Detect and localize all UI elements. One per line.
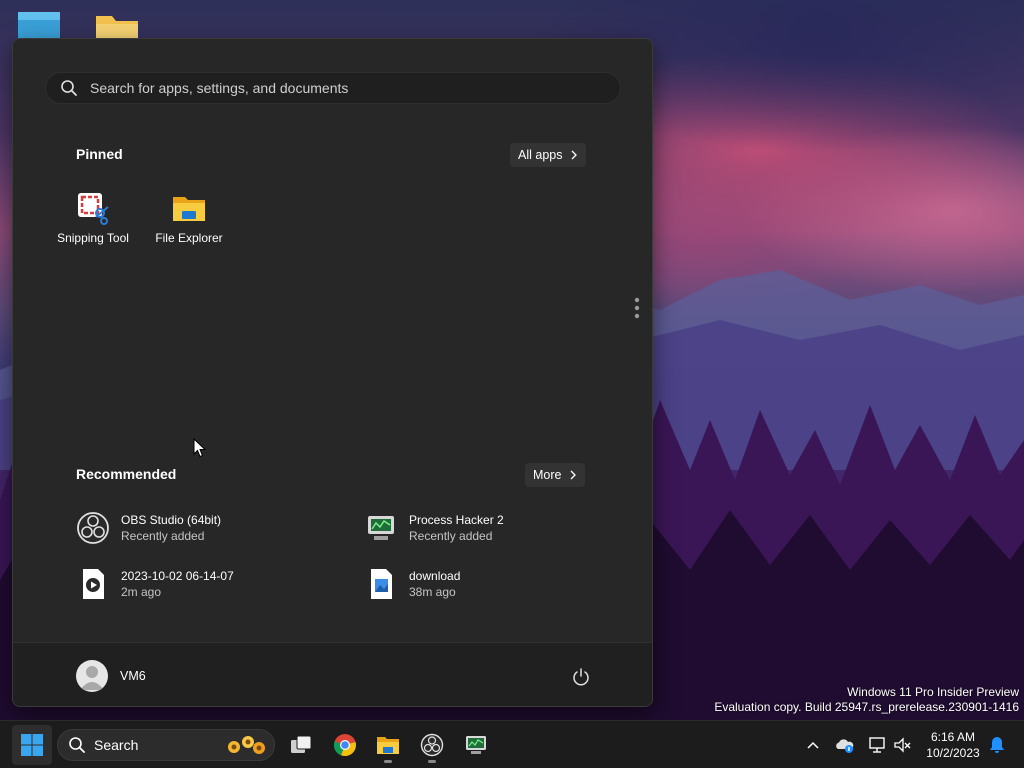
chevron-up-icon[interactable] <box>803 735 823 755</box>
obs-icon <box>77 512 109 544</box>
taskbar-chrome[interactable] <box>325 725 365 765</box>
video-file-icon <box>83 569 104 599</box>
image-file-icon <box>371 569 392 599</box>
clock-date: 10/2/2023 <box>926 746 980 760</box>
user-name: VM6 <box>120 669 146 683</box>
running-indicator <box>428 760 436 763</box>
snipping-tool-icon <box>78 193 109 225</box>
task-view-icon <box>291 735 312 753</box>
pinned-heading: Pinned <box>76 146 123 162</box>
watermark-line-2: Evaluation copy. Build 25947.rs_prerelea… <box>714 700 1019 714</box>
all-apps-button[interactable]: All apps <box>510 143 587 167</box>
file-explorer-icon <box>173 197 205 221</box>
recommended-item-name: 2023-10-02 06-14-07 <box>121 569 234 583</box>
user-icon <box>80 666 104 690</box>
start-button[interactable] <box>12 725 52 765</box>
recommended-item-name: OBS Studio (64bit) <box>121 513 222 527</box>
recommended-item-subtitle: 38m ago <box>409 585 456 599</box>
user-account-button[interactable]: VM6 <box>76 660 146 692</box>
recommended-item-obs[interactable]: OBS Studio (64bit) Recently added <box>76 508 326 548</box>
pinned-app-label: Snipping Tool <box>57 231 129 245</box>
obs-icon <box>420 733 444 757</box>
search-highlight-flowers-icon <box>228 736 265 754</box>
task-view-button[interactable] <box>281 725 321 765</box>
onedrive-icon[interactable] <box>835 735 855 755</box>
watermark-line-1: Windows 11 Pro Insider Preview <box>847 685 1019 699</box>
recommended-heading: Recommended <box>76 466 177 482</box>
pinned-app-label: File Explorer <box>155 231 223 245</box>
chevron-right-icon <box>572 150 578 160</box>
process-hacker-icon <box>368 516 394 540</box>
chevron-right-icon <box>571 470 577 480</box>
taskbar-obs[interactable] <box>412 725 452 765</box>
avatar <box>76 660 108 692</box>
taskbar-search[interactable]: Search <box>57 729 275 761</box>
start-menu-footer: VM6 <box>13 642 652 706</box>
chrome-icon <box>333 734 356 757</box>
taskbar: Search 6:16 AM 10/2/2023 <box>0 720 1024 768</box>
start-search-input[interactable] <box>88 79 620 97</box>
windows-watermark: Windows 11 Pro Insider Preview Evaluatio… <box>714 685 1019 715</box>
taskbar-clock[interactable]: 6:16 AM 10/2/2023 <box>918 729 988 761</box>
power-icon[interactable] <box>571 667 591 687</box>
clock-time: 6:16 AM <box>930 730 976 744</box>
recommended-item-subtitle: Recently added <box>121 529 205 543</box>
search-icon <box>61 80 77 96</box>
taskbar-file-explorer[interactable] <box>368 725 408 765</box>
start-search-box[interactable] <box>45 72 621 104</box>
recommended-item-download[interactable]: download 38m ago <box>364 564 614 604</box>
search-icon <box>69 737 85 753</box>
recommended-item-process-hacker[interactable]: Process Hacker 2 Recently added <box>364 508 614 548</box>
more-button[interactable]: More <box>525 463 586 487</box>
speaker-muted-icon[interactable] <box>893 735 913 755</box>
network-icon[interactable] <box>867 735 887 755</box>
recommended-item-subtitle: 2m ago <box>121 585 162 599</box>
taskbar-process-hacker[interactable] <box>456 725 496 765</box>
pinned-app-file-explorer[interactable]: File Explorer <box>141 191 237 261</box>
file-explorer-icon <box>377 737 399 754</box>
taskbar-search-label: Search <box>94 737 139 753</box>
pinned-page-indicator[interactable] <box>633 296 641 320</box>
all-apps-label: All apps <box>518 148 563 162</box>
running-indicator <box>384 760 392 763</box>
windows-logo-icon <box>21 734 43 756</box>
notification-bell-icon[interactable] <box>987 735 1007 755</box>
process-hacker-icon <box>466 736 486 754</box>
recommended-item-video[interactable]: 2023-10-02 06-14-07 2m ago <box>76 564 326 604</box>
pinned-app-snipping-tool[interactable]: Snipping Tool <box>45 191 141 261</box>
more-label: More <box>533 468 562 482</box>
recommended-item-subtitle: Recently added <box>409 529 493 543</box>
recommended-item-name: download <box>409 569 461 583</box>
start-menu: Pinned All apps Snipping Tool File Explo… <box>12 38 653 707</box>
recommended-item-name: Process Hacker 2 <box>409 513 504 527</box>
mouse-cursor-icon <box>193 438 207 458</box>
